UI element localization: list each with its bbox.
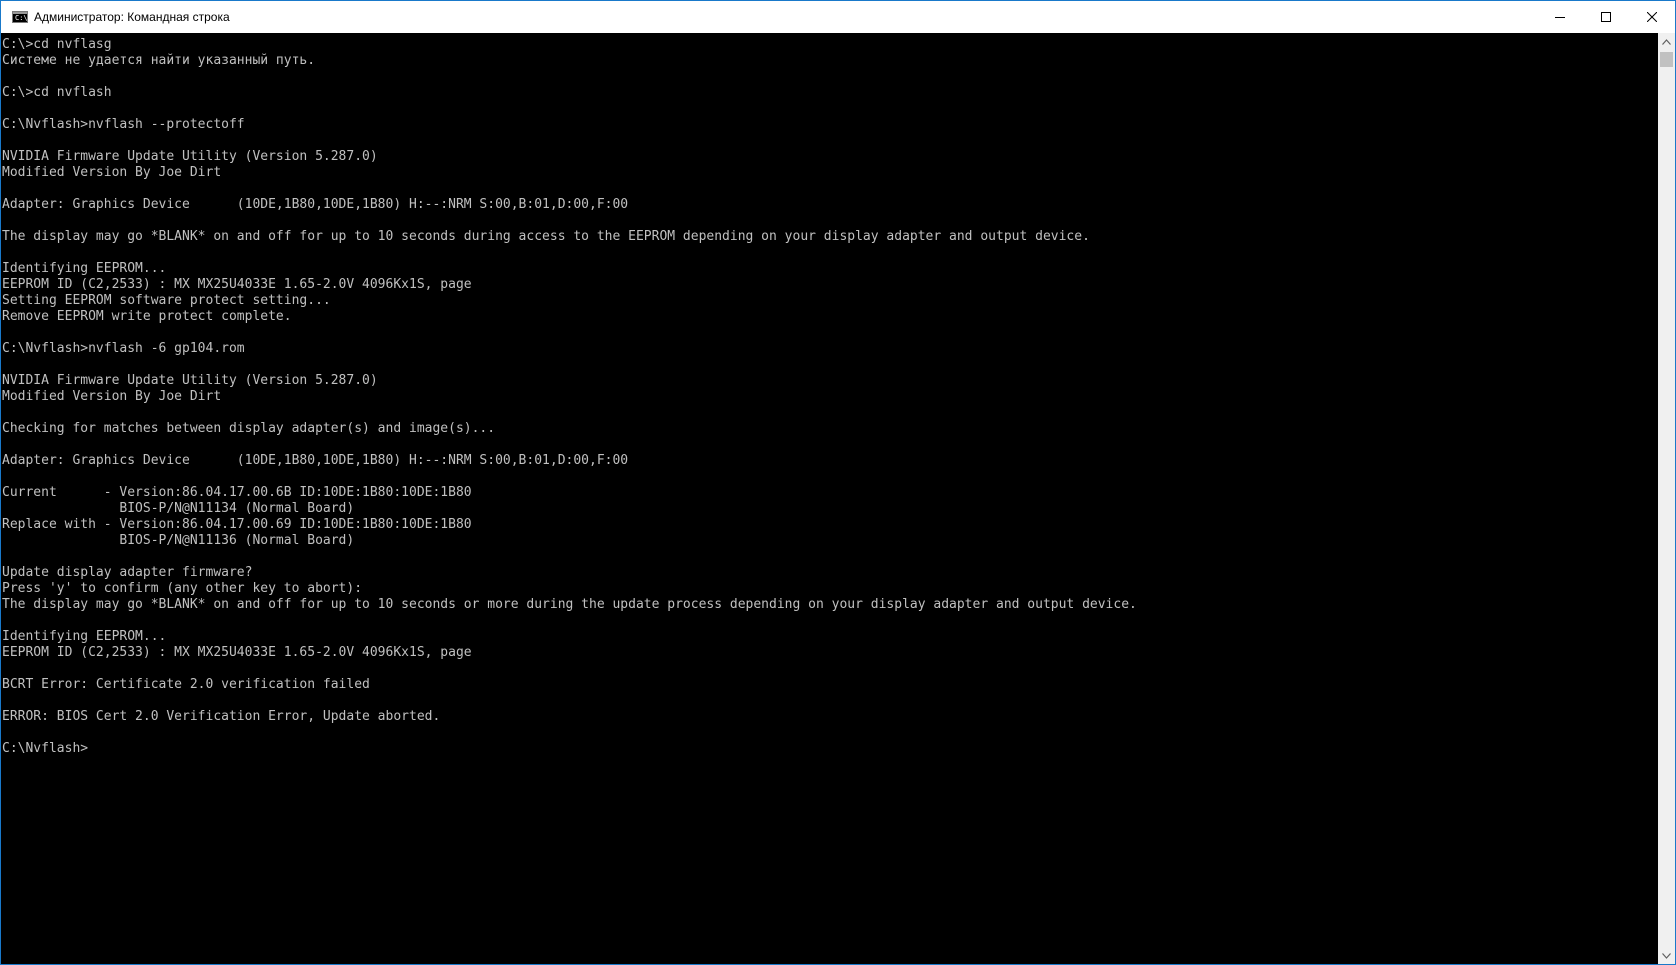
command-prompt-window: C:\ Администратор: Командная строка C:\>… (0, 0, 1676, 965)
chevron-up-icon (1662, 38, 1671, 45)
title-bar[interactable]: C:\ Администратор: Командная строка (1, 1, 1675, 33)
chevron-down-icon (1662, 952, 1671, 959)
scrollbar-thumb[interactable] (1660, 52, 1673, 67)
close-icon (1647, 12, 1657, 22)
command-prompt-icon[interactable]: C:\ (12, 11, 28, 23)
console-output-area[interactable]: C:\>cd nvflasg Системе не удается найти … (1, 33, 1658, 964)
maximize-button[interactable] (1583, 1, 1629, 33)
vertical-scrollbar[interactable] (1658, 33, 1675, 964)
maximize-icon (1601, 12, 1611, 22)
close-button[interactable] (1629, 1, 1675, 33)
window-controls (1537, 1, 1675, 33)
command-prompt-icon-label: C:\ (15, 14, 28, 22)
scroll-up-button[interactable] (1658, 33, 1675, 50)
scroll-down-button[interactable] (1658, 947, 1675, 964)
minimize-icon (1555, 17, 1565, 18)
minimize-button[interactable] (1537, 1, 1583, 33)
window-title: Администратор: Командная строка (34, 10, 230, 24)
console-text: C:\>cd nvflasg Системе не удается найти … (2, 37, 1137, 756)
